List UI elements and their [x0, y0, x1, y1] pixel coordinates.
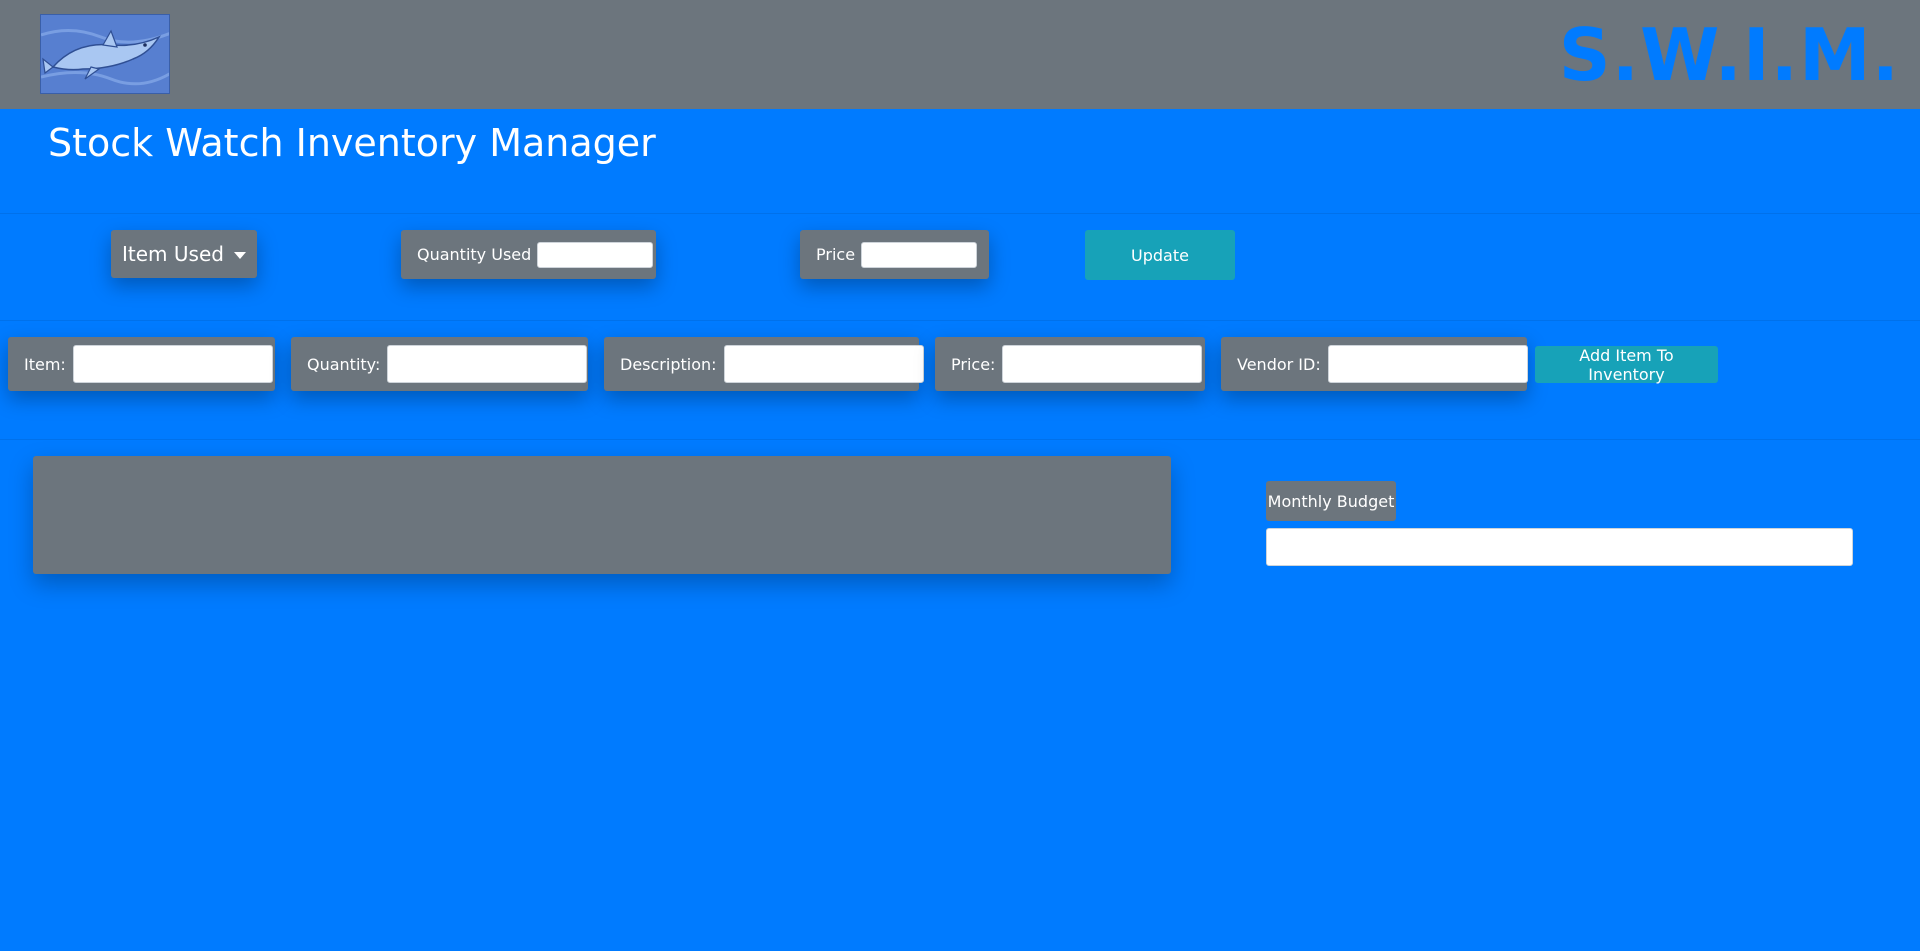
- inventory-display-panel: [33, 456, 1171, 574]
- monthly-budget-input[interactable]: [1266, 528, 1853, 566]
- section-divider: [0, 320, 1920, 321]
- price-field-group: Price:: [935, 337, 1205, 391]
- top-header: S.W.I.M.: [0, 0, 1920, 109]
- page-title: Stock Watch Inventory Manager: [48, 121, 656, 165]
- item-label: Item:: [24, 354, 66, 374]
- description-label: Description:: [620, 354, 717, 374]
- add-item-button[interactable]: Add Item To Inventory: [1535, 346, 1718, 384]
- vendor-id-input[interactable]: [1327, 345, 1528, 383]
- section-divider: [0, 213, 1920, 214]
- brand-title: S.W.I.M.: [1558, 13, 1900, 97]
- quantity-used-group: Quantity Used: [401, 230, 656, 279]
- vendor-id-label: Vendor ID:: [1237, 354, 1321, 374]
- quantity-group: Quantity:: [291, 337, 588, 391]
- item-used-dropdown[interactable]: Item Used: [111, 230, 257, 278]
- price-field-input[interactable]: [1002, 345, 1203, 383]
- price-group: Price: [800, 230, 989, 279]
- quantity-used-input[interactable]: [537, 241, 654, 268]
- price-label: Price: [816, 245, 856, 264]
- price-input[interactable]: [861, 241, 978, 268]
- description-input[interactable]: [723, 345, 924, 383]
- vendor-id-group: Vendor ID:: [1221, 337, 1528, 391]
- item-used-dropdown-label: Item Used: [122, 242, 224, 266]
- section-divider: [0, 439, 1920, 440]
- item-input[interactable]: [72, 345, 273, 383]
- monthly-budget-label: Monthly Budget: [1266, 481, 1396, 521]
- quantity-label: Quantity:: [307, 354, 381, 374]
- description-group: Description:: [604, 337, 924, 391]
- chevron-down-icon: [233, 251, 246, 259]
- quantity-input[interactable]: [387, 345, 588, 383]
- item-group: Item:: [8, 337, 275, 391]
- update-button[interactable]: Update: [1085, 230, 1235, 280]
- quantity-used-label: Quantity Used: [417, 245, 532, 264]
- price-field-label: Price:: [951, 354, 996, 374]
- dolphin-logo-icon: [40, 14, 170, 94]
